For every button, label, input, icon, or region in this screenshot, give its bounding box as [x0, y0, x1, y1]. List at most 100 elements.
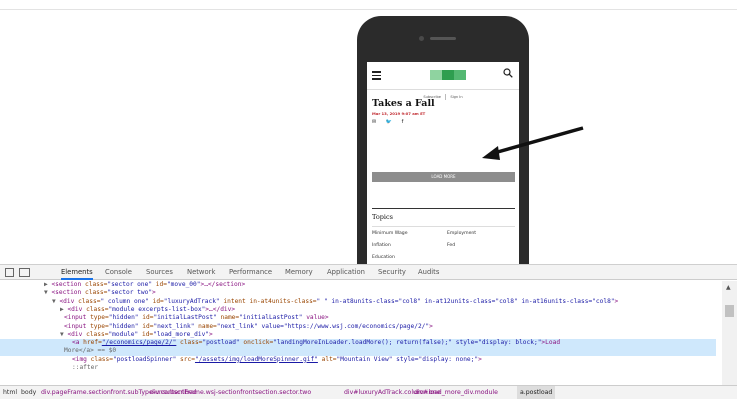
dom-node-line[interactable]: ▶ <div class="module excerpts-list-box">… — [0, 306, 716, 314]
tag-close: >Load — [541, 339, 561, 347]
breadcrumb-item[interactable]: a.postload — [517, 386, 556, 399]
dom-node-line[interactable]: ▶ <section class="sector one" id="move_0… — [0, 281, 716, 289]
attr-value: "postloadSpinner" — [112, 355, 177, 363]
attr-name: id= — [148, 297, 164, 305]
tag-close: > — [478, 355, 482, 363]
devtools-tabbar: Elements Console Sources Network Perform… — [0, 265, 737, 280]
topic-link[interactable]: Minimum Wage — [372, 231, 408, 236]
article-dateline: Mar 13, 2019 9:07 am ET — [372, 111, 426, 116]
breadcrumb-item[interactable]: body — [21, 386, 36, 399]
attr-name: class= — [74, 297, 101, 305]
attr-name: id= — [152, 281, 167, 288]
attr-value: "initialLastPost" — [239, 314, 303, 322]
share-icons[interactable]: ✉ 🐦 f — [372, 119, 407, 125]
attr-value: "initialLastPost" — [153, 314, 217, 322]
tab-network[interactable]: Network — [187, 265, 215, 280]
attr-value: "postload" — [202, 339, 240, 347]
scroll-up-icon[interactable]: ▲ — [726, 284, 731, 291]
dom-node-line[interactable]: More</a> == $0 — [0, 347, 716, 356]
tag-close: >…</section> — [200, 281, 246, 288]
attr-value: "/economics/page/2/" — [101, 339, 177, 347]
tag-close: > — [152, 289, 156, 297]
device-toolbar-icon[interactable] — [19, 268, 30, 277]
tag-name: <div — [67, 305, 83, 313]
attr-name: name= — [216, 314, 240, 322]
tag-close: value> — [302, 314, 329, 322]
tab-elements[interactable]: Elements — [61, 265, 93, 280]
tab-application[interactable]: Application — [327, 265, 365, 280]
signin-link[interactable]: Sign In — [447, 95, 465, 99]
attr-value: "module" — [108, 330, 139, 338]
camera-icon — [419, 36, 424, 41]
phone-screen: Subscribe Sign In Takes a Fall Mar 13, 2… — [367, 62, 519, 264]
breadcrumb-item[interactable]: div#load_more_div.module — [414, 386, 498, 399]
dom-node-line[interactable]: ::after — [0, 364, 716, 372]
attr-name: type= — [86, 322, 109, 330]
topic-link[interactable]: Employment — [447, 231, 476, 236]
tab-performance[interactable]: Performance — [229, 265, 272, 280]
dom-node-line[interactable]: ▼ <section class="sector two"> — [0, 289, 716, 297]
breadcrumb-item[interactable]: section.sector.two — [255, 386, 311, 399]
load-more-button[interactable]: LOAD MORE — [372, 172, 515, 182]
attr-value: " " in-at8units-class="col8" in-at12unit… — [316, 297, 615, 305]
tag-name: <section — [51, 289, 82, 297]
attr-name: class= — [81, 281, 108, 288]
dom-tree-scrollbar[interactable]: ▲ ▼ — [722, 281, 737, 399]
topic-link[interactable]: Education — [372, 255, 395, 260]
attr-name: class= — [82, 330, 109, 338]
attr-value: "load_more_div" — [153, 330, 210, 338]
attr-value: "next_link" value="https://www.wsj.com/e… — [216, 322, 430, 330]
attr-value: " column one" — [100, 297, 149, 305]
article-headline[interactable]: Takes a Fall — [372, 98, 435, 109]
phone-frame: Subscribe Sign In Takes a Fall Mar 13, 2… — [357, 16, 529, 264]
dom-tree: ▶ <section class="sector one" id="move_0… — [0, 281, 716, 399]
attr-value: "sector one" — [107, 281, 153, 288]
tab-security[interactable]: Security — [378, 265, 406, 280]
tag-close: > — [209, 330, 213, 338]
scroll-thumb[interactable] — [725, 305, 734, 317]
tab-sources[interactable]: Sources — [146, 265, 173, 280]
attr-value: "Mountain View" style="display: none;" — [336, 355, 479, 363]
attr-value: "hidden" — [108, 322, 139, 330]
attr-name: class= — [176, 339, 203, 347]
tab-memory[interactable]: Memory — [285, 265, 313, 280]
breadcrumb-item[interactable]: html — [3, 386, 17, 399]
attr-value: "module excerpts-list-box" — [108, 305, 206, 313]
dom-node-line[interactable]: ▼ <div class="module" id="load_more_div"… — [0, 331, 716, 339]
attr-name: class= — [81, 289, 108, 297]
dom-node-line[interactable]: ▼ <div class=" column one" id="luxuryAdT… — [0, 298, 716, 306]
attr-value: "move_00" — [166, 281, 201, 288]
hamburger-menu-icon[interactable] — [372, 71, 381, 80]
page-preview: Subscribe Sign In Takes a Fall Mar 13, 2… — [0, 0, 737, 264]
site-logo[interactable] — [430, 70, 466, 80]
attr-name: name= — [194, 322, 217, 330]
attr-value: "landingMoreInLoader.loadMore(); return(… — [273, 339, 542, 347]
divider — [372, 226, 515, 227]
tag-name: <section — [51, 281, 82, 288]
tag-close: ::after — [72, 364, 99, 371]
topic-link[interactable]: Fed — [447, 243, 455, 248]
attr-name: intent in-at4units-class= — [219, 297, 317, 305]
attr-name: type= — [86, 314, 109, 322]
breadcrumb: html body div.pageFrame.sectionfront.subTy… — [0, 385, 737, 399]
tab-audits[interactable]: Audits — [418, 265, 439, 280]
topic-link[interactable]: Inflation — [372, 243, 391, 248]
tag-close: >…</div> — [205, 305, 236, 313]
dom-node-line[interactable]: <img class="postloadSpinner" src="/asset… — [0, 356, 716, 364]
attr-name: src= — [176, 355, 195, 363]
attr-value: "/assets/img/loadMoreSpinner.gif" — [194, 355, 318, 363]
attr-value: "sector two" — [107, 289, 153, 297]
attr-name: id= — [138, 314, 154, 322]
dom-node-line[interactable]: <input type="hidden" id="next_link" name… — [0, 323, 716, 331]
divider — [372, 208, 515, 209]
site-nav — [367, 62, 519, 90]
search-icon[interactable] — [503, 68, 513, 78]
speaker-icon — [430, 37, 456, 40]
dom-node-line[interactable]: <a href="/economics/page/2/" class="post… — [0, 339, 716, 348]
dom-node-line[interactable]: <input type="hidden" id="initialLastPost… — [0, 314, 716, 322]
tag-name: <img — [72, 355, 87, 363]
divider — [0, 9, 737, 10]
tab-console[interactable]: Console — [105, 265, 132, 280]
breadcrumb-item[interactable]: div.contentFrame.wsj-sectionfront — [150, 386, 255, 399]
inspect-element-icon[interactable] — [5, 268, 14, 277]
